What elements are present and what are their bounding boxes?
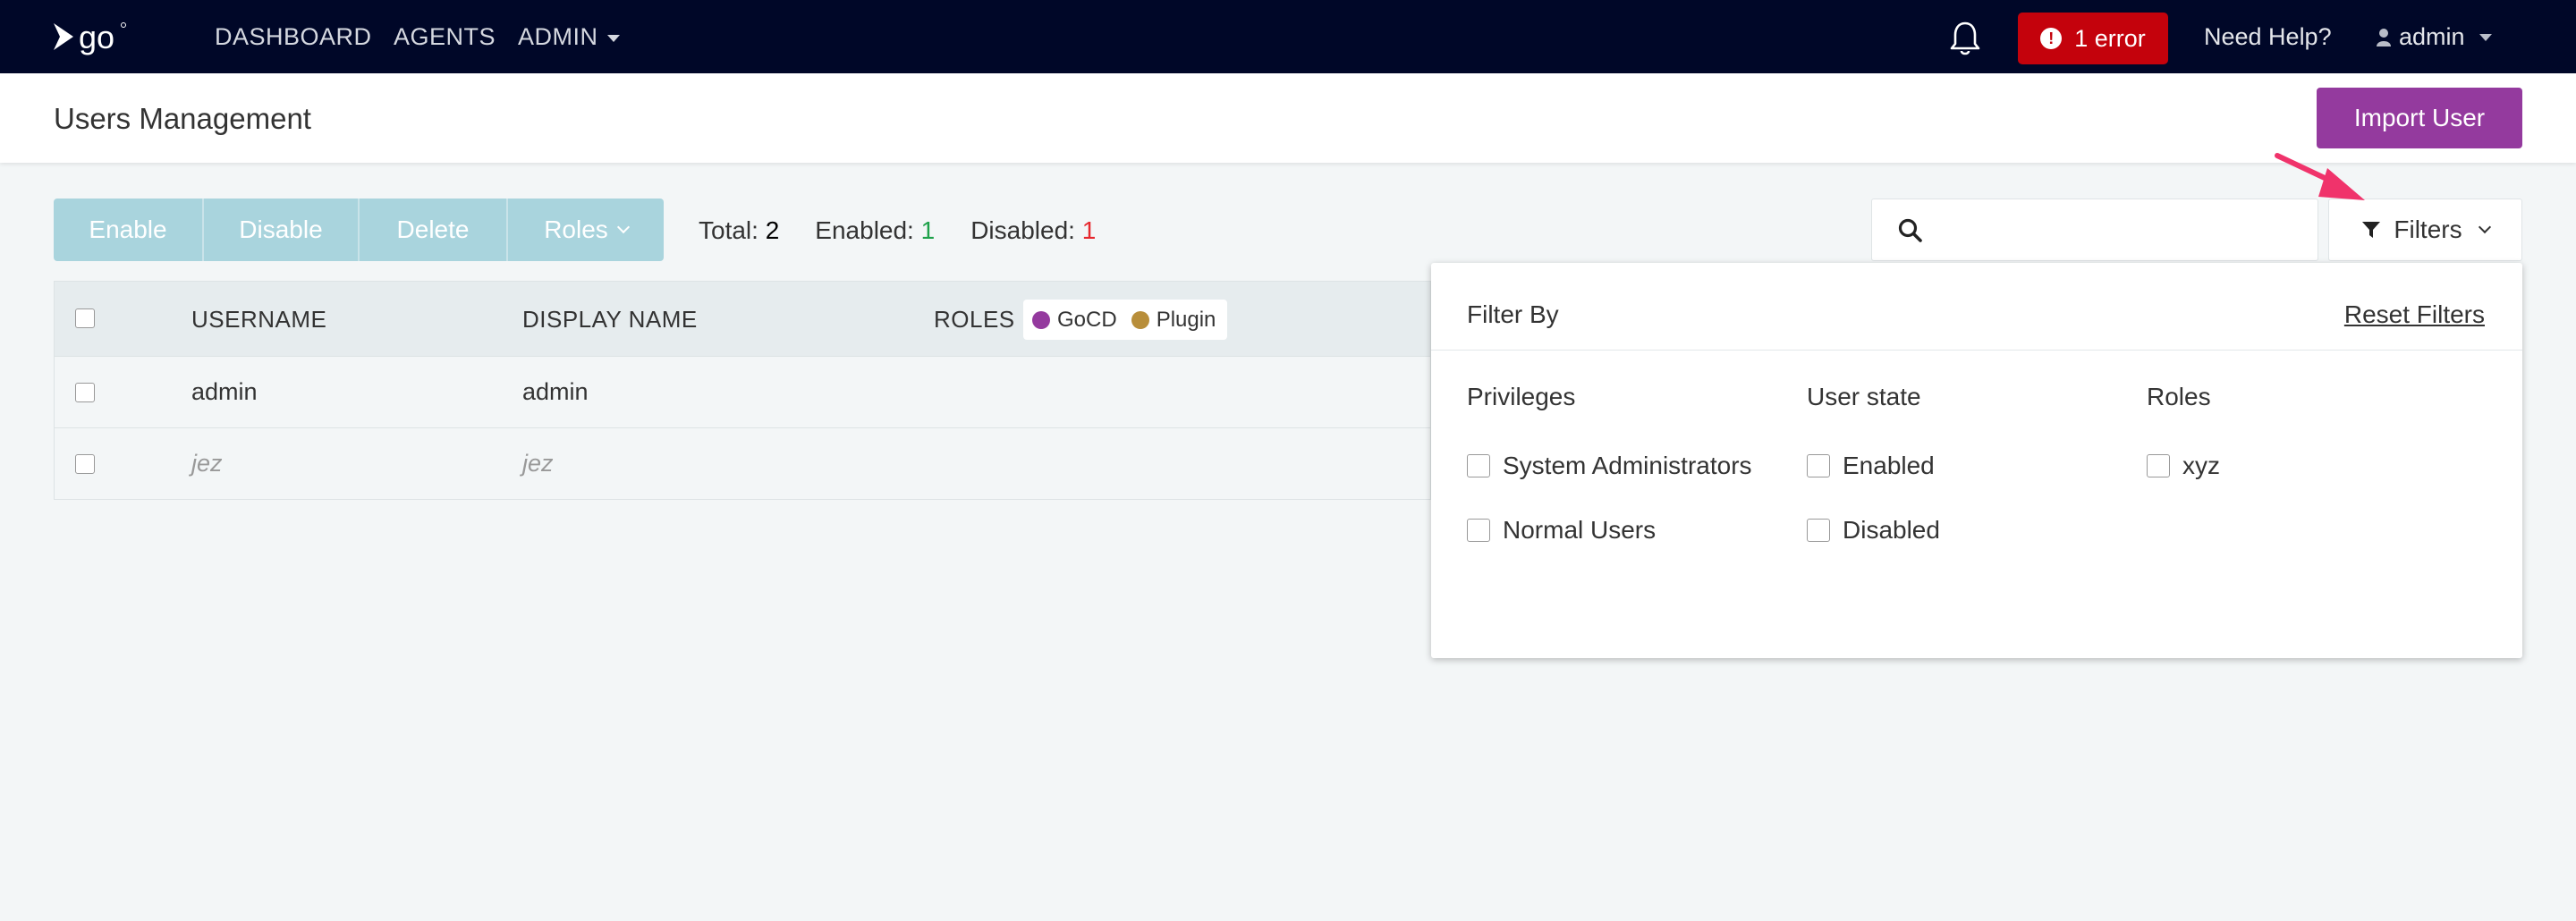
username-cell: jez [191,450,223,477]
total-value: 2 [765,216,780,244]
checkbox[interactable] [1807,519,1830,542]
filter-disabled[interactable]: Disabled [1807,516,1940,545]
option-label: Enabled [1843,452,1935,479]
import-user-button[interactable]: Import User [2317,88,2522,148]
roles-button[interactable]: Roles [508,199,664,261]
nav-admin-label: ADMIN [518,23,598,50]
disabled-value: 1 [1081,216,1097,244]
disabled-count: Disabled: 1 [970,216,1096,245]
option-label: Normal Users [1503,516,1657,544]
filter-role-xyz[interactable]: xyz [2147,452,2220,480]
user-menu[interactable]: admin [2376,23,2492,51]
select-all-checkbox[interactable] [75,308,95,328]
checkbox[interactable] [1807,454,1830,477]
user-icon [2377,28,2391,46]
exclamation-circle-icon: ! [2040,28,2063,49]
filters-button-label: Filters [2394,215,2462,243]
bell-icon[interactable] [1948,20,1982,57]
checkbox[interactable] [2147,454,2170,477]
roles-button-label: Roles [544,215,608,243]
top-nav: go DASHBOARD AGENTS ADMIN ! 1 error Need… [0,0,2576,73]
user-state-heading: User state [1807,383,1921,410]
caret-down-icon [606,34,620,42]
filter-normal-users[interactable]: Normal Users [1467,516,1656,545]
search-icon [1898,218,1922,242]
column-username[interactable]: USERNAME [191,306,326,334]
search-input[interactable] [1871,199,2318,261]
checkbox[interactable] [1467,454,1490,477]
roles-heading: Roles [2147,383,2211,410]
nav-dashboard[interactable]: DASHBOARD [215,23,372,51]
total-label: Total: [699,216,758,244]
bulk-action-group: Enable Disable Delete Roles [54,199,664,261]
filter-system-administrators[interactable]: System Administrators [1467,452,1752,480]
delete-button[interactable]: Delete [360,199,508,261]
enable-button[interactable]: Enable [54,199,204,261]
annotation-arrow-icon [2275,153,2365,200]
column-display-name[interactable]: DISPLAY NAME [522,306,698,334]
enabled-count: Enabled: 1 [815,216,935,245]
display-name-cell: jez [522,450,554,477]
filters-button[interactable]: Filters [2328,199,2522,261]
disabled-label: Disabled: [970,216,1075,244]
filter-icon [2362,222,2381,238]
option-label: Disabled [1843,516,1940,544]
column-roles: ROLES [934,306,1015,333]
username-cell: admin [191,378,258,405]
checkbox[interactable] [1467,519,1490,542]
go-logo-icon[interactable]: go [52,18,138,57]
filter-enabled[interactable]: Enabled [1807,452,1935,480]
error-badge[interactable]: ! 1 error [2018,13,2168,64]
error-badge-label: 1 error [2074,24,2146,52]
legend-plugin: Plugin [1156,307,1216,332]
row-checkbox[interactable] [75,454,95,474]
user-counts: Total: 2 Enabled: 1 Disabled: 1 [699,216,1096,245]
disable-button[interactable]: Disable [204,199,360,261]
svg-text:go: go [79,19,114,55]
user-menu-label: admin [2399,23,2465,50]
chevron-down-icon [2478,220,2491,234]
table-row: jez jez [54,428,1431,500]
option-label: System Administrators [1503,452,1752,479]
enabled-label: Enabled: [815,216,914,244]
display-name-cell: admin [522,378,589,405]
plugin-role-dot-icon [1131,310,1149,329]
filter-by-title: Filter By [1467,300,1559,328]
caret-down-icon [2479,33,2492,41]
gocd-role-dot-icon [1032,310,1050,329]
nav-agents[interactable]: AGENTS [394,23,496,51]
enabled-value: 1 [920,216,936,244]
nav-admin[interactable]: ADMIN [518,23,620,51]
users-table: USERNAME DISPLAY NAME ROLES GoCD Plugin … [54,281,1431,500]
row-checkbox[interactable] [75,383,95,402]
table-row: admin admin [54,357,1431,428]
page-title: Users Management [54,102,311,135]
reset-filters-link[interactable]: Reset Filters [2344,300,2485,329]
option-label: xyz [2182,452,2220,479]
chevron-down-icon [616,220,630,234]
page-header: Users Management Import User [0,73,2576,163]
table-header: USERNAME DISPLAY NAME ROLES GoCD Plugin [54,281,1431,357]
roles-legend: GoCD Plugin [1023,300,1227,340]
filter-dropdown: Filter By Reset Filters Privileges User … [1431,263,2522,658]
privileges-heading: Privileges [1467,383,1576,410]
need-help-link[interactable]: Need Help? [2204,23,2332,51]
total-count: Total: 2 [699,216,779,245]
filter-dropdown-header: Filter By Reset Filters [1431,263,2522,351]
legend-gocd: GoCD [1057,307,1117,332]
